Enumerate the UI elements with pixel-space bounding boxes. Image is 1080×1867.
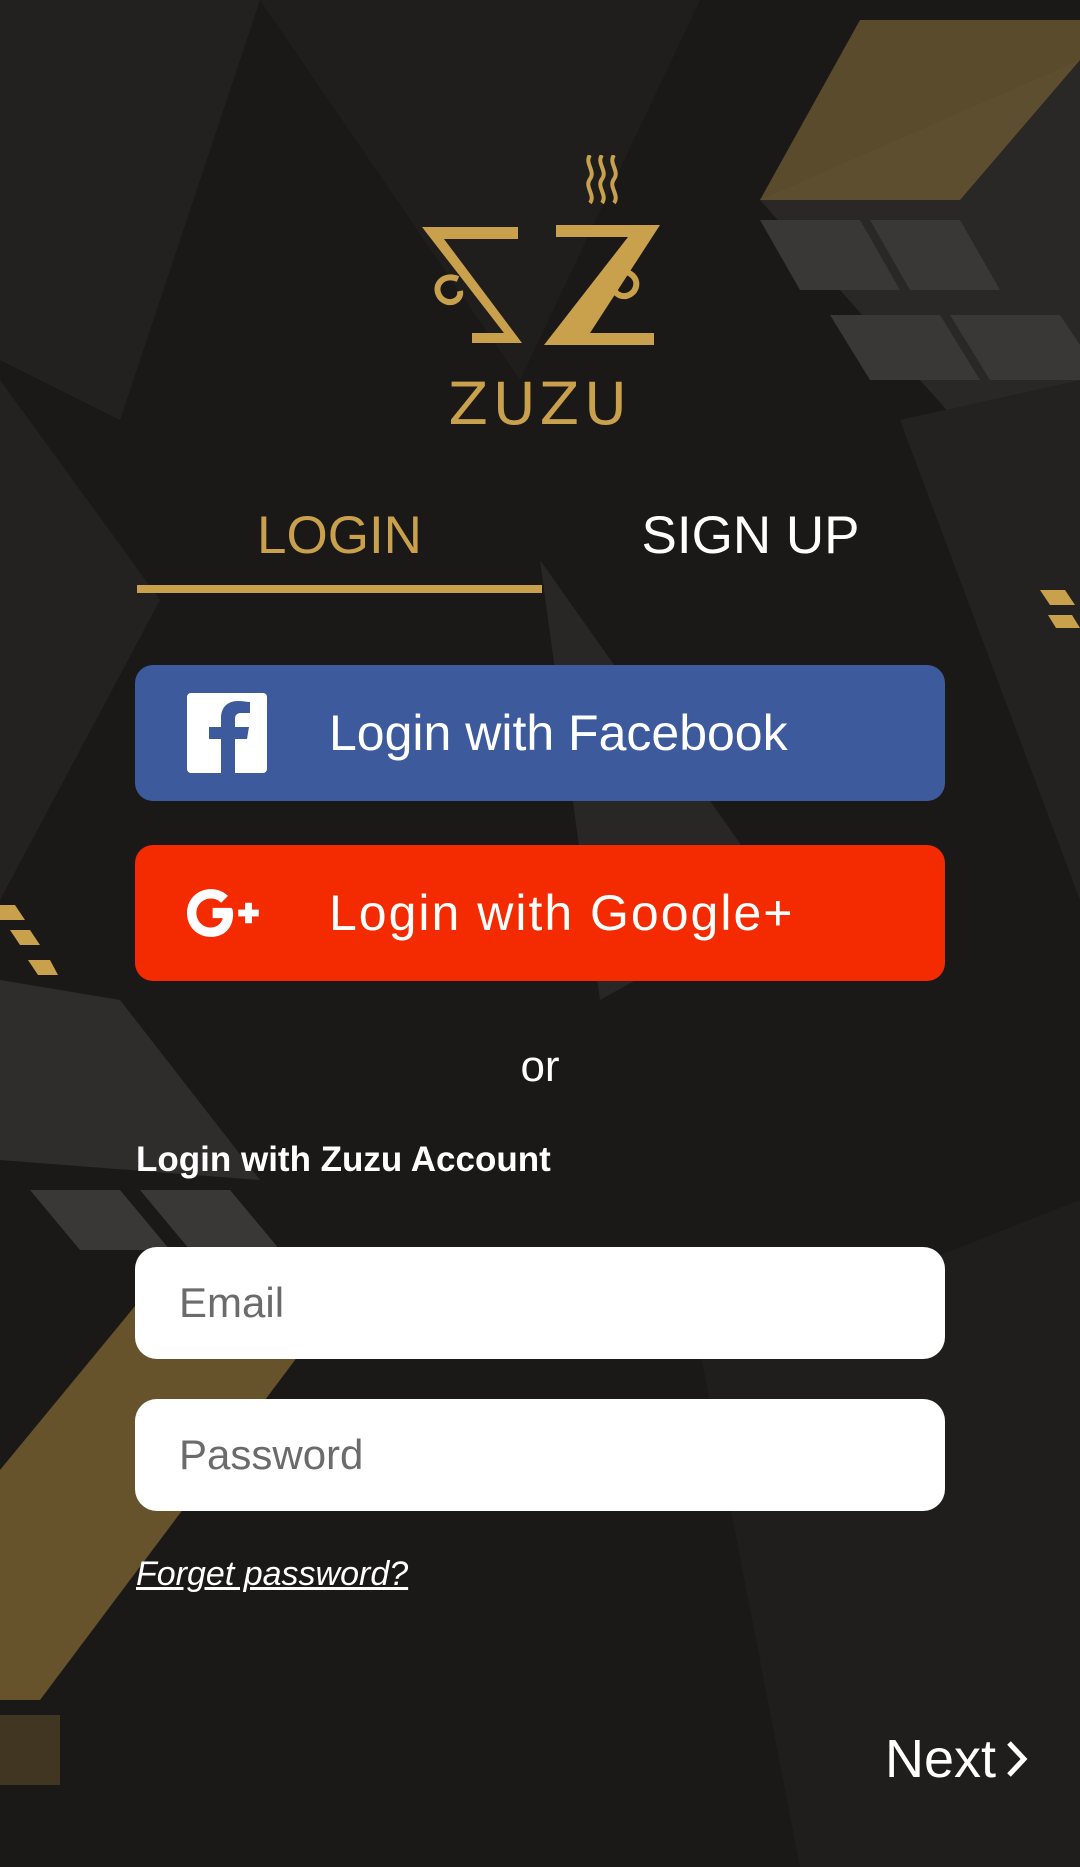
google-button-label: Login with Google+ bbox=[329, 885, 795, 941]
login-with-google-plus-button[interactable]: Login with Google+ bbox=[135, 845, 945, 981]
tab-sign-up[interactable]: SIGN UP bbox=[548, 505, 953, 566]
password-field[interactable] bbox=[135, 1399, 945, 1511]
facebook-icon bbox=[187, 693, 267, 773]
or-divider: or bbox=[520, 1042, 560, 1091]
login-with-facebook-button[interactable]: Login with Facebook bbox=[135, 665, 945, 801]
zuzu-account-heading: Login with Zuzu Account bbox=[136, 1140, 551, 1179]
facebook-button-label: Login with Facebook bbox=[329, 705, 788, 761]
tab-login[interactable]: LOGIN bbox=[137, 505, 542, 566]
next-button[interactable]: Next bbox=[885, 1728, 1028, 1790]
next-button-label: Next bbox=[885, 1729, 997, 1789]
chevron-right-icon bbox=[1007, 1741, 1028, 1777]
steaming-cup-logo-icon bbox=[422, 155, 660, 345]
google-plus-icon bbox=[187, 889, 259, 937]
active-tab-indicator bbox=[137, 585, 542, 593]
brand-wordmark: ZUZU bbox=[448, 370, 632, 438]
email-field[interactable] bbox=[135, 1247, 945, 1359]
forgot-password-link[interactable]: Forget password? bbox=[136, 1555, 408, 1594]
